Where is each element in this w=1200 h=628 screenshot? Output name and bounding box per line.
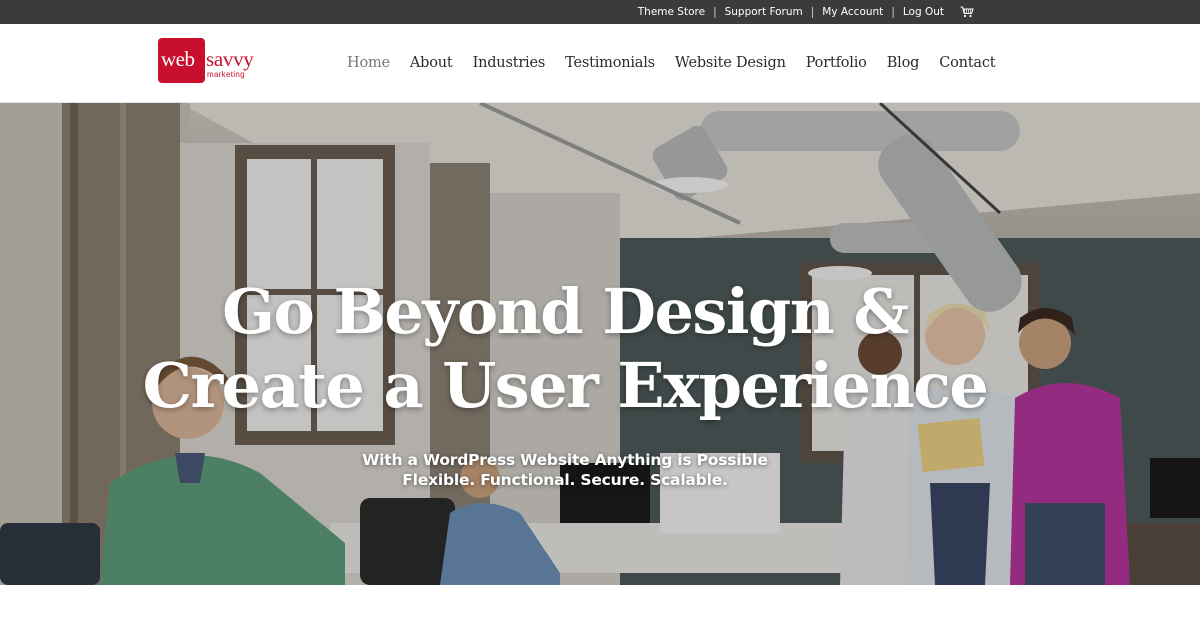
log-out-link[interactable]: Log Out	[903, 6, 944, 18]
main-navigation: Home About Industries Testimonials Websi…	[337, 24, 1005, 101]
nav-item-home[interactable]: Home	[347, 55, 390, 71]
logo-text-savvy: savvy	[206, 47, 254, 71]
shopping-cart-icon[interactable]	[960, 6, 974, 18]
nav-item-about[interactable]: About	[410, 55, 453, 71]
separator: |	[891, 6, 895, 18]
site-header: web savvy marketing Home About Industrie…	[0, 24, 1200, 103]
hero-subtitle-line-2: Flexible. Functional. Secure. Scalable.	[402, 471, 728, 489]
hero-banner: Go Beyond Design & Create a User Experie…	[0, 103, 1200, 585]
nav-item-testimonials[interactable]: Testimonials	[565, 55, 655, 71]
hero-subtitle: With a WordPress Website Anything is Pos…	[0, 450, 1130, 490]
support-forum-link[interactable]: Support Forum	[725, 6, 803, 18]
nav-item-industries[interactable]: Industries	[473, 55, 546, 71]
nav-item-contact[interactable]: Contact	[939, 55, 995, 71]
hero-title: Go Beyond Design & Create a User Experie…	[0, 275, 1130, 423]
nav-item-portfolio[interactable]: Portfolio	[806, 55, 867, 71]
content-area	[0, 585, 1200, 628]
hero-subtitle-line-1: With a WordPress Website Anything is Pos…	[362, 451, 768, 469]
separator: |	[810, 6, 815, 18]
nav-item-blog[interactable]: Blog	[887, 55, 920, 71]
top-utility-bar: Theme Store | Support Forum | My Account…	[0, 0, 1200, 24]
logo-text-web: web	[161, 47, 195, 71]
websavvy-logo[interactable]: web savvy marketing	[158, 38, 268, 84]
logo-tagline: marketing	[207, 70, 245, 79]
hero-title-line-1: Go Beyond Design &	[222, 275, 909, 348]
my-account-link[interactable]: My Account	[822, 6, 883, 18]
separator: |	[713, 6, 717, 18]
theme-store-link[interactable]: Theme Store	[638, 6, 705, 18]
nav-item-website-design[interactable]: Website Design	[675, 55, 786, 71]
hero-title-line-2: Create a User Experience	[142, 349, 989, 422]
